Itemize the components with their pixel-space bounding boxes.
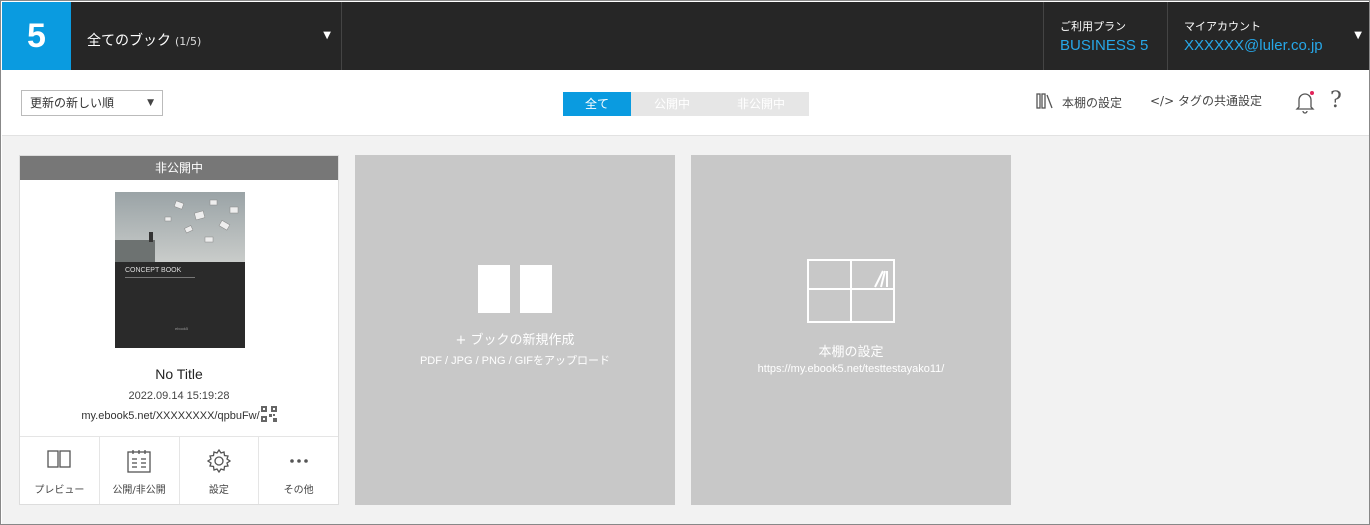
caret-down-icon: ▼ xyxy=(323,30,331,41)
new-book-subtitle: PDF / JPG / PNG / GIFをアップロード xyxy=(419,355,611,367)
chevron-down-icon: ▼ xyxy=(147,98,154,108)
bookshelf-settings-tile[interactable]: 本棚の設定 https://my.ebook5.net/testtestayak… xyxy=(691,155,1011,505)
toolbar: 更新の新しい順 ▼ 全て 公開中 非公開中 本棚の設定 </> タグの共通設定 … xyxy=(2,70,1369,136)
book-selector[interactable]: 全てのブック (1/5) ▼ xyxy=(71,2,342,70)
tag-settings-label: </> タグの共通設定 xyxy=(1150,94,1262,108)
bookshelf-settings-label: 本棚の設定 xyxy=(1062,96,1123,110)
help-icon[interactable]: ? xyxy=(1330,88,1342,113)
publish-toggle-label: 公開/非公開 xyxy=(112,485,166,496)
book-open-icon xyxy=(47,449,72,473)
book-card[interactable]: 非公開中 CONCEPT BOOK ebook5 No Title 2022.0… xyxy=(19,155,339,505)
cover-title: CONCEPT BOOK xyxy=(125,267,182,274)
new-book-icon xyxy=(478,265,552,317)
preview-label: プレビュー xyxy=(34,485,85,496)
plan-info: ご利用プラン BUSINESS 5 xyxy=(1043,2,1167,70)
account-email: XXXXXX@luler.co.jp xyxy=(1184,37,1323,54)
bookshelf-tile-title: 本棚の設定 xyxy=(818,345,884,360)
tag-settings-link[interactable]: </> タグの共通設定 xyxy=(1150,92,1262,109)
book-selector-title: 全てのブック xyxy=(87,33,171,49)
qr-code-icon[interactable] xyxy=(260,406,277,425)
plan-label: ご利用プラン xyxy=(1060,20,1126,33)
book-selector-count: (1/5) xyxy=(175,35,202,48)
more-dots-icon xyxy=(287,449,311,477)
bookshelf-settings-link[interactable]: 本棚の設定 xyxy=(1036,92,1122,113)
book-updated-date: 2022.09.14 15:19:28 xyxy=(128,390,230,402)
book-cover-image[interactable]: CONCEPT BOOK ebook5 xyxy=(115,192,245,348)
book-url-text[interactable]: my.ebook5.net/XXXXXXXX/qpbuFw/ xyxy=(81,410,259,422)
book-grid: 非公開中 CONCEPT BOOK ebook5 No Title 2022.0… xyxy=(2,136,1369,524)
new-book-title: + ブックの新規作成 xyxy=(455,333,575,348)
caret-down-icon: ▼ xyxy=(1354,30,1362,41)
app-frame: 5 全てのブック (1/5) ▼ ご利用プラン BUSINESS 5 マイアカウン… xyxy=(0,0,1370,525)
calendar-icon xyxy=(127,449,151,477)
tab-all[interactable]: 全て xyxy=(563,92,631,116)
sort-select-value: 更新の新しい順 xyxy=(30,96,115,110)
more-label: その他 xyxy=(283,485,314,496)
book-card-actions: プレビュー 公開/非公開 設定 その他 xyxy=(20,436,338,504)
account-menu[interactable]: マイアカウント XXXXXX@luler.co.jp ▼ xyxy=(1167,2,1369,70)
publish-toggle-button[interactable]: 公開/非公開 xyxy=(100,437,180,504)
bookshelf-tile-url: https://my.ebook5.net/testtestayako11/ xyxy=(757,363,945,375)
tab-public[interactable]: 公開中 xyxy=(631,92,713,116)
tab-private[interactable]: 非公開中 xyxy=(713,92,809,116)
bookshelf-layout-icon xyxy=(807,259,895,327)
preview-button[interactable]: プレビュー xyxy=(20,437,100,504)
sort-select[interactable]: 更新の新しい順 ▼ xyxy=(21,90,163,116)
app-logo[interactable]: 5 xyxy=(2,2,71,70)
settings-label: 設定 xyxy=(208,485,229,496)
new-book-tile[interactable]: + ブックの新規作成 PDF / JPG / PNG / GIFをアップロード xyxy=(355,155,675,505)
gear-icon xyxy=(206,448,232,477)
book-url: my.ebook5.net/XXXXXXXX/qpbuFw/ xyxy=(20,406,338,425)
bell-icon[interactable] xyxy=(1295,90,1315,114)
cover-brand: ebook5 xyxy=(175,326,189,331)
book-title[interactable]: No Title xyxy=(20,366,338,382)
filter-tabs: 全て 公開中 非公開中 xyxy=(563,92,809,116)
bookshelf-icon xyxy=(1036,92,1056,113)
status-badge: 非公開中 xyxy=(20,156,338,180)
top-bar: 5 全てのブック (1/5) ▼ ご利用プラン BUSINESS 5 マイアカウン… xyxy=(2,2,1369,70)
more-button[interactable]: その他 xyxy=(259,437,338,504)
plan-value: BUSINESS 5 xyxy=(1060,37,1149,54)
account-label: マイアカウント xyxy=(1184,20,1261,33)
settings-button[interactable]: 設定 xyxy=(180,437,260,504)
